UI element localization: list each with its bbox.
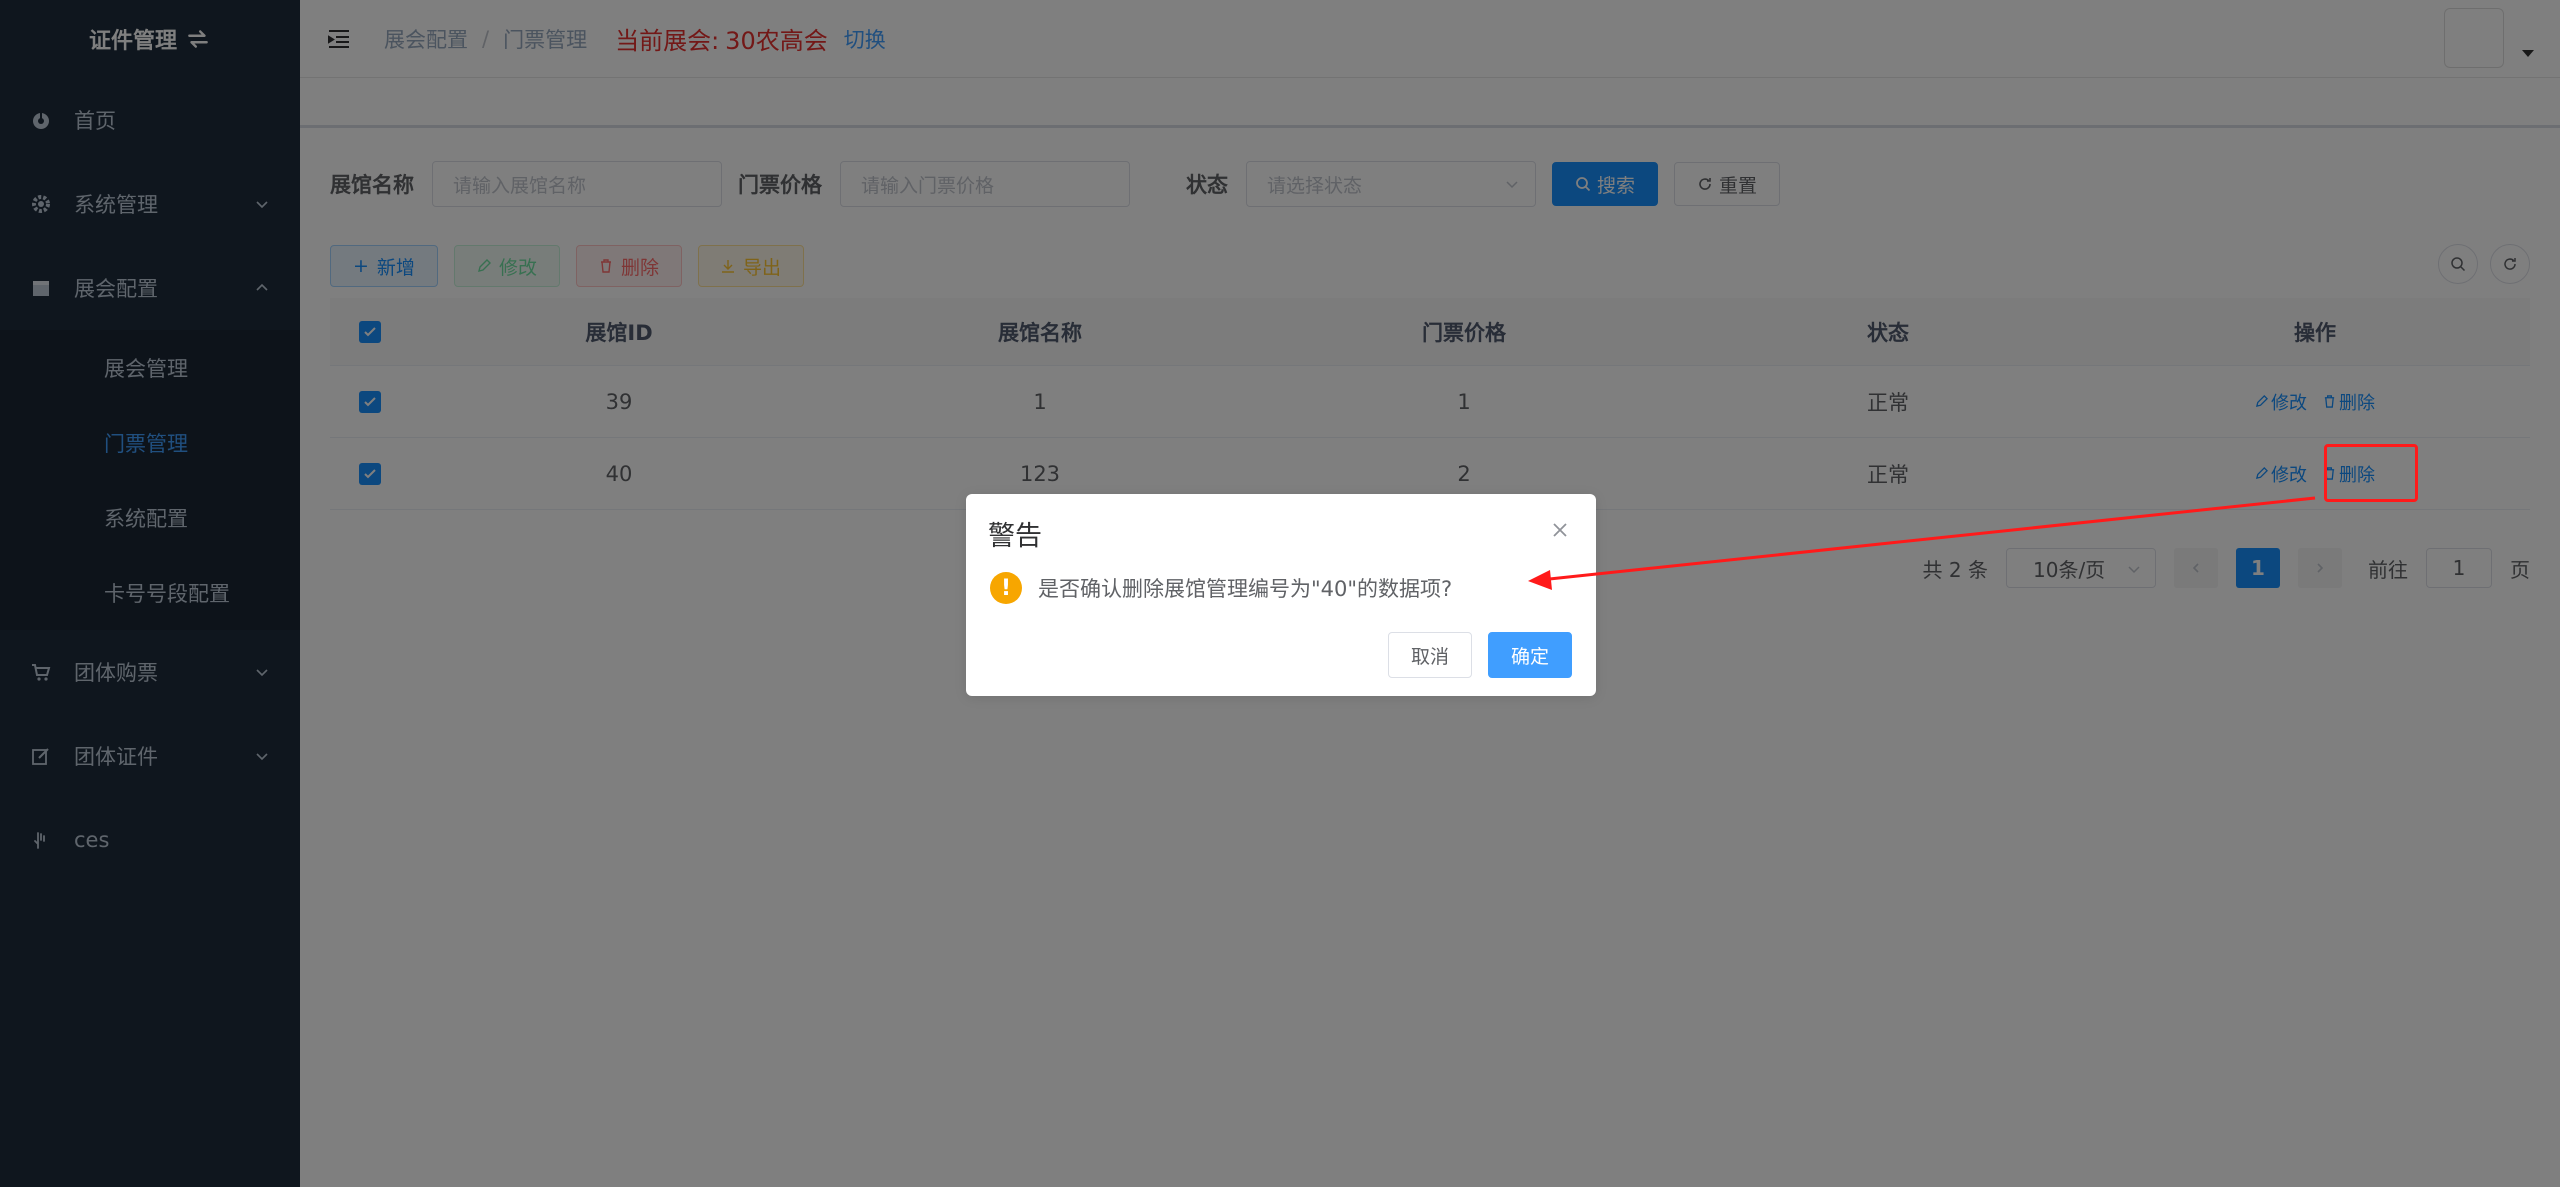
confirm-button[interactable]: 确定 — [1487, 632, 1572, 678]
dialog-footer: 取消 确定 — [1387, 632, 1572, 678]
confirm-dialog: 警告 ! 是否确认删除展馆管理编号为"40"的数据项? 取消 确定 — [966, 494, 1596, 696]
dialog-message: ! 是否确认删除展馆管理编号为"40"的数据项? — [990, 572, 1452, 604]
annotation-highlight-box — [2324, 444, 2418, 502]
close-icon[interactable] — [1550, 520, 1570, 540]
warning-icon: ! — [990, 572, 1022, 604]
cancel-button[interactable]: 取消 — [1387, 632, 1472, 678]
dialog-title: 警告 — [988, 521, 1042, 552]
dialog-message-text: 是否确认删除展馆管理编号为"40"的数据项? — [1038, 577, 1453, 601]
